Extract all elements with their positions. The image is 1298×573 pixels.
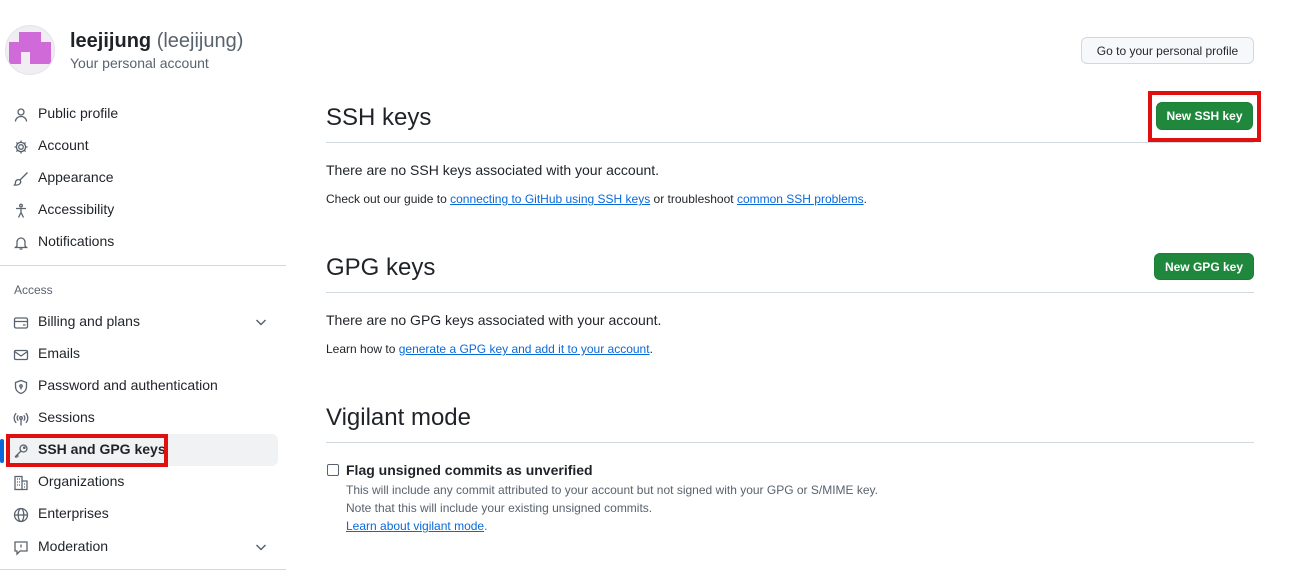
ssh-guide-link[interactable]: connecting to GitHub using SSH keys <box>450 192 650 206</box>
vigilant-learn-link[interactable]: Learn about vigilant mode <box>346 519 484 533</box>
sidebar-item-notifications[interactable]: Notifications <box>0 226 285 258</box>
sidebar-item-account[interactable]: Account <box>0 130 285 162</box>
sidebar-item-public-profile[interactable]: Public profile <box>0 98 285 130</box>
gpg-keys-heading: GPG keys <box>326 254 436 281</box>
globe-icon <box>12 506 29 523</box>
guide-middle: or troubleshoot <box>653 192 734 206</box>
sidebar-divider <box>0 265 286 266</box>
learn-suffix: . <box>484 519 488 533</box>
sidebar-item-label: Sessions <box>38 409 95 425</box>
avatar[interactable] <box>5 25 55 75</box>
sidebar-item-enterprises[interactable]: Enterprises <box>0 498 285 530</box>
sidebar-item-label: Emails <box>38 345 81 361</box>
ssh-problems-link[interactable]: common SSH problems <box>737 192 864 206</box>
vigilant-hint: Note that this will include your existin… <box>346 501 653 515</box>
sidebar-item-ssh-gpg-keys[interactable]: SSH and GPG keys <box>6 434 278 466</box>
sidebar-item-label: Moderation <box>38 538 109 554</box>
sidebar-item-label: Enterprises <box>38 505 109 521</box>
guide-suffix: . <box>863 192 868 206</box>
key-icon <box>12 442 29 459</box>
chevron-down-icon[interactable] <box>253 314 270 331</box>
sidebar-item-label: Accessibility <box>38 201 115 217</box>
sidebar-item-billing[interactable]: Billing and plans <box>0 306 285 338</box>
credit-card-icon <box>12 314 29 331</box>
bell-icon <box>12 234 29 251</box>
vigilant-hint: This will include any commit attributed … <box>346 483 879 497</box>
guide-prefix: Check out our guide to <box>326 192 447 206</box>
sidebar-item-label: Public profile <box>38 105 119 121</box>
vigilant-mode-label[interactable]: Flag unsigned commits as unverified <box>346 462 593 478</box>
vigilant-learn-text: Learn about vigilant mode. <box>346 519 487 533</box>
ssh-keys-heading: SSH keys <box>326 104 432 131</box>
sidebar-item-appearance[interactable]: Appearance <box>0 162 285 194</box>
sidebar-item-label: Account <box>38 137 89 153</box>
section-divider <box>326 442 1254 443</box>
sidebar-item-label: Password and authentication <box>38 377 218 393</box>
vigilant-mode-checkbox[interactable] <box>327 464 339 476</box>
sidebar-item-label: Appearance <box>38 169 114 185</box>
gear-icon <box>12 138 29 155</box>
ssh-guide-text: Check out our guide to connecting to Git… <box>326 192 867 206</box>
account-subtitle: Your personal account <box>70 55 209 71</box>
active-indicator <box>0 439 4 463</box>
gpg-learn-text: Learn how to generate a GPG key and add … <box>326 342 653 356</box>
gpg-guide-link[interactable]: generate a GPG key and add it to your ac… <box>399 342 650 356</box>
sidebar-item-sessions[interactable]: Sessions <box>0 402 285 434</box>
accessibility-icon <box>12 202 29 219</box>
sidebar-item-password-auth[interactable]: Password and authentication <box>0 370 285 402</box>
paintbrush-icon <box>12 170 29 187</box>
new-ssh-key-button[interactable]: New SSH key <box>1156 102 1253 130</box>
report-icon <box>12 539 29 556</box>
person-icon <box>12 106 29 123</box>
shield-lock-icon <box>12 378 29 395</box>
sidebar-item-organizations[interactable]: Organizations <box>0 466 285 498</box>
learn-prefix: Learn how to <box>326 342 396 356</box>
chevron-down-icon[interactable] <box>253 539 270 556</box>
mail-icon <box>12 346 29 363</box>
sidebar-divider <box>0 569 286 570</box>
sidebar-item-label: Billing and plans <box>38 313 140 329</box>
sidebar-item-accessibility[interactable]: Accessibility <box>0 194 285 226</box>
section-divider <box>326 292 1254 293</box>
sidebar-section-access: Access <box>14 283 53 297</box>
account-name: leejijung (leejijung) <box>70 30 243 53</box>
sidebar-item-label: SSH and GPG keys <box>38 441 166 457</box>
account-handle: (leejijung) <box>156 30 244 52</box>
learn-suffix: . <box>649 342 653 356</box>
broadcast-icon <box>12 410 29 427</box>
go-to-profile-button[interactable]: Go to your personal profile <box>1081 37 1254 64</box>
section-divider <box>326 142 1254 143</box>
sidebar-item-emails[interactable]: Emails <box>0 338 285 370</box>
organization-icon <box>12 474 29 491</box>
ssh-empty-message: There are no SSH keys associated with yo… <box>326 162 660 178</box>
new-gpg-key-button[interactable]: New GPG key <box>1154 253 1254 280</box>
sidebar-item-moderation[interactable]: Moderation <box>0 531 285 563</box>
display-name: leejijung <box>70 30 152 52</box>
vigilant-mode-heading: Vigilant mode <box>326 404 471 431</box>
sidebar-item-label: Organizations <box>38 473 125 489</box>
sidebar-item-label: Notifications <box>38 233 115 249</box>
gpg-empty-message: There are no GPG keys associated with yo… <box>326 312 662 328</box>
